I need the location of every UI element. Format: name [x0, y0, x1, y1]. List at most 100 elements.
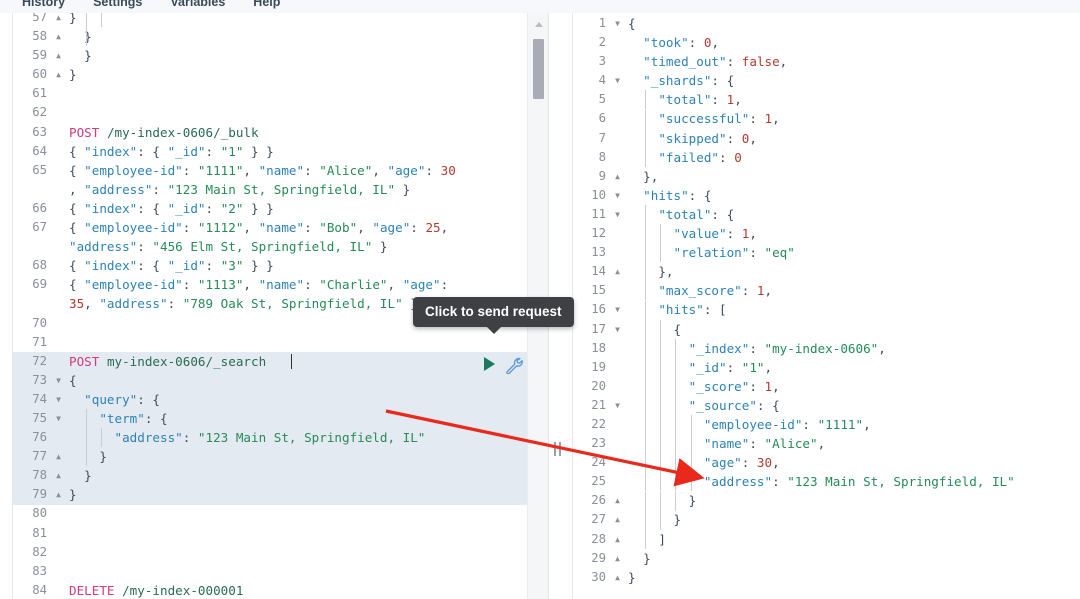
pane-divider-grip-icon[interactable] — [554, 442, 561, 456]
request-line[interactable]: 59▲ } — [0, 46, 548, 65]
response-line[interactable]: 15 "max_score": 1, — [566, 281, 1080, 300]
response-line[interactable]: 13 "relation": "eq" — [566, 243, 1080, 262]
response-line[interactable]: 9▲ }, — [566, 167, 1080, 186]
indent-guide — [645, 262, 646, 281]
fold-expand-icon[interactable]: ▲ — [611, 262, 624, 281]
fold-expand-icon[interactable]: ▲ — [52, 485, 65, 504]
fold-expand-icon[interactable]: ▲ — [52, 13, 65, 27]
code-text: POST /my-index-0606/_bulk — [65, 123, 548, 142]
scroll-up-arrow-icon[interactable] — [535, 22, 543, 27]
menu-variables[interactable]: Variables — [156, 0, 239, 9]
request-line[interactable]: 60▲} — [0, 65, 548, 84]
request-line[interactable]: 77▲ } — [0, 447, 548, 466]
fold-expand-icon[interactable]: ▲ — [611, 530, 624, 549]
response-line[interactable]: 25 "address": "123 Main St, Springfield,… — [566, 472, 1080, 491]
request-line[interactable]: 63POST /my-index-0606/_bulk — [0, 123, 548, 142]
response-line[interactable]: 24 "age": 30, — [566, 453, 1080, 472]
menu-settings[interactable]: Settings — [79, 0, 156, 9]
request-line[interactable]: 61 — [0, 84, 548, 103]
response-editor[interactable]: 1▼{2 "took": 0,3 "timed_out": false,4▼ "… — [566, 13, 1080, 599]
response-line[interactable]: 22 "employee-id": "1111", — [566, 415, 1080, 434]
fold-collapse-icon[interactable]: ▼ — [52, 390, 65, 409]
request-line[interactable]: 80 — [0, 504, 548, 523]
request-line[interactable]: 73▼{ — [0, 371, 548, 390]
response-line[interactable]: 21▼ "_source": { — [566, 396, 1080, 415]
response-line[interactable]: 29▲ } — [566, 549, 1080, 568]
response-line[interactable]: 2 "took": 0, — [566, 33, 1080, 52]
response-line[interactable]: 11▼ "total": { — [566, 205, 1080, 224]
fold-expand-icon[interactable]: ▲ — [611, 510, 624, 529]
fold-expand-icon[interactable]: ▲ — [52, 65, 65, 84]
response-line[interactable]: 20 "_score": 1, — [566, 377, 1080, 396]
fold-spacer — [611, 358, 624, 377]
menu-history[interactable]: History — [8, 0, 79, 9]
request-line[interactable]: 67{ "employee-id": "1112", "name": "Bob"… — [0, 218, 548, 237]
request-line[interactable]: 84DELETE /my-index-000001 — [0, 581, 548, 599]
menu-help[interactable]: Help — [239, 0, 294, 9]
response-pane[interactable]: 1▼{2 "took": 0,3 "timed_out": false,4▼ "… — [566, 13, 1080, 599]
request-line[interactable]: , "address": "123 Main St, Springfield, … — [0, 180, 548, 199]
request-line[interactable]: 76 "address": "123 Main St, Springfield,… — [0, 428, 548, 447]
response-line[interactable]: 3 "timed_out": false, — [566, 52, 1080, 71]
fold-expand-icon[interactable]: ▲ — [52, 447, 65, 466]
request-line[interactable]: 82 — [0, 543, 548, 562]
request-line[interactable]: 65{ "employee-id": "1111", "name": "Alic… — [0, 161, 548, 180]
fold-collapse-icon[interactable]: ▼ — [611, 300, 624, 319]
send-request-play-icon[interactable] — [484, 357, 495, 371]
wrench-icon[interactable] — [504, 355, 523, 374]
response-line[interactable]: 8 "failed": 0 — [566, 148, 1080, 167]
fold-expand-icon[interactable]: ▲ — [52, 46, 65, 65]
response-line[interactable]: 18 "_index": "my-index-0606", — [566, 339, 1080, 358]
fold-collapse-icon[interactable]: ▼ — [52, 409, 65, 428]
fold-expand-icon[interactable]: ▲ — [52, 466, 65, 485]
request-line[interactable]: 72POST my-index-0606/_search — [0, 352, 548, 371]
fold-collapse-icon[interactable]: ▼ — [611, 320, 624, 339]
response-line[interactable]: 4▼ "_shards": { — [566, 71, 1080, 90]
response-line[interactable]: 17▼ { — [566, 320, 1080, 339]
line-number: 62 — [0, 103, 52, 122]
fold-expand-icon[interactable]: ▲ — [611, 549, 624, 568]
request-line[interactable]: 81 — [0, 524, 548, 543]
response-line[interactable]: 26▲ } — [566, 491, 1080, 510]
request-line[interactable]: 83 — [0, 562, 548, 581]
response-line[interactable]: 12 "value": 1, — [566, 224, 1080, 243]
response-line[interactable]: 10▼ "hits": { — [566, 186, 1080, 205]
request-line[interactable]: 79▲} — [0, 485, 548, 504]
request-line[interactable]: 62 — [0, 103, 548, 122]
response-line[interactable]: 23 "name": "Alice", — [566, 434, 1080, 453]
request-line[interactable]: 71 — [0, 333, 548, 352]
fold-expand-icon[interactable]: ▲ — [611, 568, 624, 587]
request-line[interactable]: 78▲ } — [0, 466, 548, 485]
fold-collapse-icon[interactable]: ▼ — [611, 14, 624, 33]
scrollbar-thumb[interactable] — [533, 39, 544, 99]
request-line[interactable]: 66{ "index": { "_id": "2" } } — [0, 199, 548, 218]
fold-collapse-icon[interactable]: ▼ — [52, 371, 65, 390]
response-line[interactable]: 1▼{ — [566, 14, 1080, 33]
response-line[interactable]: 5 "total": 1, — [566, 90, 1080, 109]
response-line[interactable]: 30▲} — [566, 568, 1080, 587]
response-line[interactable]: 7 "skipped": 0, — [566, 129, 1080, 148]
response-line[interactable]: 28▲ ] — [566, 530, 1080, 549]
request-line[interactable]: 64{ "index": { "_id": "1" } } — [0, 142, 548, 161]
request-line[interactable]: 75▼ "term": { — [0, 409, 548, 428]
response-line[interactable]: 19 "_id": "1", — [566, 358, 1080, 377]
response-line[interactable]: 27▲ } — [566, 510, 1080, 529]
response-line[interactable]: 6 "successful": 1, — [566, 109, 1080, 128]
fold-expand-icon[interactable]: ▲ — [611, 491, 624, 510]
request-line[interactable]: 69{ "employee-id": "1113", "name": "Char… — [0, 275, 548, 294]
request-line[interactable]: 68{ "index": { "_id": "3" } } — [0, 256, 548, 275]
line-number: 84 — [0, 581, 52, 599]
response-line[interactable]: 14▲ }, — [566, 262, 1080, 281]
request-line[interactable]: "address": "456 Elm St, Springfield, IL"… — [0, 237, 548, 256]
fold-expand-icon[interactable]: ▲ — [611, 167, 624, 186]
response-line[interactable]: 16▼ "hits": [ — [566, 300, 1080, 319]
code-text: "_id": "1", — [624, 358, 1080, 377]
fold-collapse-icon[interactable]: ▼ — [611, 186, 624, 205]
request-line[interactable]: 74▼ "query": { — [0, 390, 548, 409]
fold-collapse-icon[interactable]: ▼ — [611, 71, 624, 90]
fold-collapse-icon[interactable]: ▼ — [611, 205, 624, 224]
request-line[interactable]: 58▲ } — [0, 27, 548, 46]
fold-collapse-icon[interactable]: ▼ — [611, 396, 624, 415]
request-line[interactable]: 57▲} — [0, 13, 548, 27]
fold-expand-icon[interactable]: ▲ — [52, 27, 65, 46]
